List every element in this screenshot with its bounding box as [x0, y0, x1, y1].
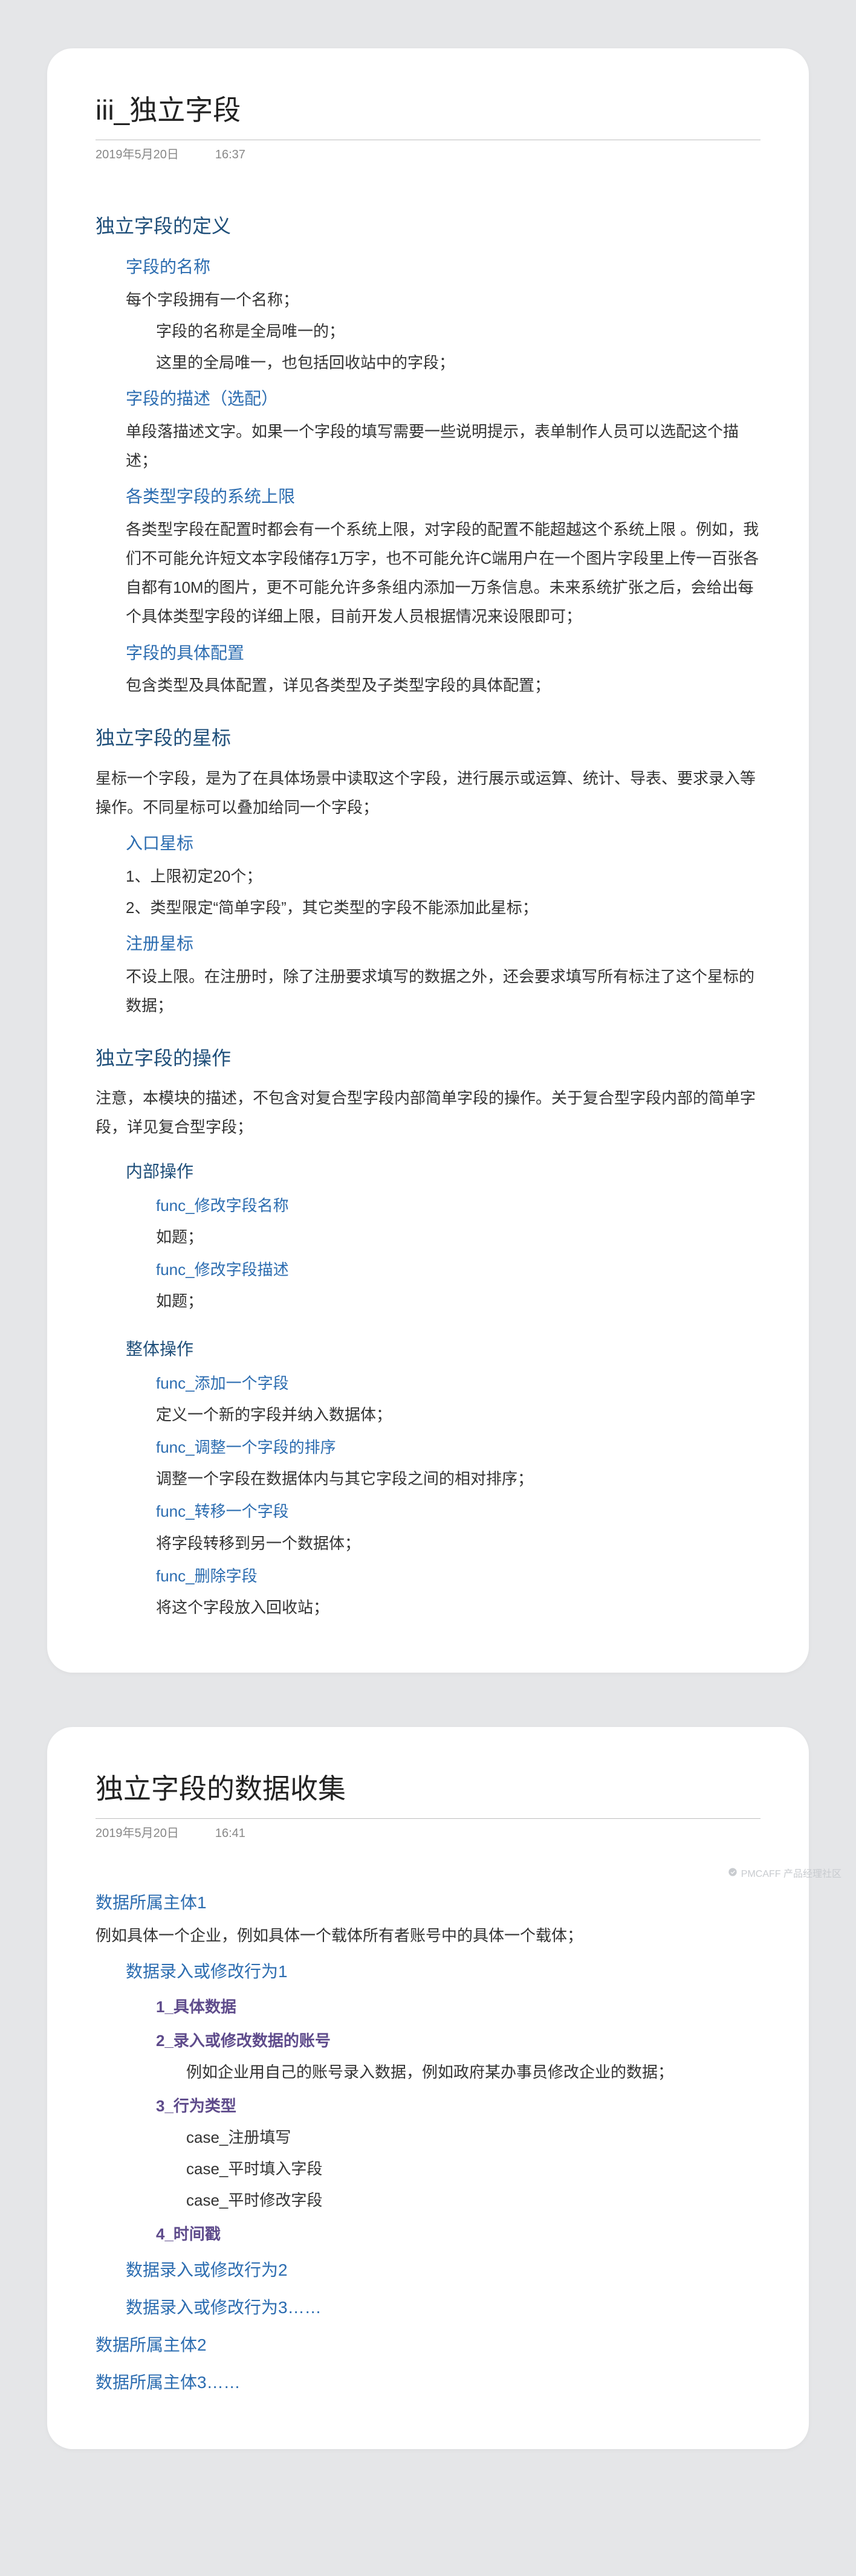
doc-meta: 2019年5月20日 16:37	[96, 144, 760, 166]
section-heading: 独立字段的星标	[96, 720, 760, 756]
action-heading: 数据录入或修改行为3……	[126, 2292, 760, 2323]
body-line: 每个字段拥有一个名称；	[126, 285, 760, 314]
doc-time: 16:37	[215, 144, 245, 166]
body-line: 2、类型限定“简单字段”，其它类型的字段不能添加此星标；	[126, 893, 760, 922]
watermark-text: PMCAFF 产品经理社区	[741, 1865, 841, 1884]
doc-title: iii_独立字段	[96, 85, 760, 140]
function-link[interactable]: func_添加一个字段	[156, 1369, 760, 1398]
body-line: 包含类型及具体配置，详见各类型及子类型字段的具体配置；	[126, 671, 760, 700]
body-line: 1、上限初定20个；	[126, 862, 760, 891]
point-heading: 4_时间戳	[156, 2219, 760, 2248]
body-line: 单段落描述文字。如果一个字段的填写需要一些说明提示，表单制作人员可以选配这个描述…	[126, 417, 760, 475]
doc-date: 2019年5月20日	[96, 1822, 179, 1845]
doc-meta: 2019年5月20日 16:41	[96, 1822, 760, 1845]
body-line: 定义一个新的字段并纳入数据体；	[156, 1400, 760, 1429]
subsection-heading: 字段的描述（选配）	[126, 383, 760, 415]
body-line: 注意，本模块的描述，不包含对复合型字段内部简单字段的操作。关于复合型字段内部的简…	[96, 1083, 760, 1141]
case-item: case_平时填入字段	[186, 2154, 760, 2183]
body-line: 例如具体一个企业，例如具体一个载体所有者账号中的具体一个载体；	[96, 1921, 760, 1950]
owner-heading: 数据所属主体3……	[96, 2367, 760, 2398]
case-item: case_平时修改字段	[186, 2186, 760, 2215]
subsection-heading: 字段的具体配置	[126, 638, 760, 669]
body-line: 不设上限。在注册时，除了注册要求填写的数据之外，还会要求填写所有标注了这个星标的…	[126, 962, 760, 1020]
function-link[interactable]: func_修改字段名称	[156, 1191, 760, 1220]
function-link[interactable]: func_转移一个字段	[156, 1497, 760, 1526]
watermark: PMCAFF 产品经理社区	[728, 1865, 841, 1884]
subsection-heading: 注册星标	[126, 928, 760, 960]
document-card-1: iii_独立字段 2019年5月20日 16:37 独立字段的定义 字段的名称 …	[47, 48, 809, 1673]
body-line: 字段的名称是全局唯一的；	[156, 317, 760, 346]
case-item: case_注册填写	[186, 2123, 760, 2152]
point-heading: 1_具体数据	[156, 1992, 760, 2021]
body-line: 这里的全局唯一，也包括回收站中的字段；	[156, 348, 760, 377]
section-heading: 独立字段的操作	[96, 1041, 760, 1076]
body-line: 如题；	[156, 1222, 760, 1251]
function-link[interactable]: func_修改字段描述	[156, 1255, 760, 1284]
subsection-heading: 内部操作	[126, 1156, 760, 1187]
section-heading: 独立字段的定义	[96, 208, 760, 244]
body-line: 各类型字段在配置时都会有一个系统上限，对字段的配置不能超越这个系统上限 。例如，…	[126, 515, 760, 631]
subsection-heading: 字段的名称	[126, 251, 760, 283]
subsection-heading: 整体操作	[126, 1334, 760, 1365]
action-heading: 数据录入或修改行为1	[126, 1956, 760, 1987]
body-line: 星标一个字段，是为了在具体场景中读取这个字段，进行展示或运算、统计、导表、要求录…	[96, 764, 760, 822]
body-line: 如题；	[156, 1286, 760, 1315]
doc-time: 16:41	[215, 1822, 245, 1845]
document-card-2: 独立字段的数据收集 2019年5月20日 16:41 数据所属主体1 例如具体一…	[47, 1727, 809, 2449]
subsection-heading: 入口星标	[126, 828, 760, 859]
function-link[interactable]: func_调整一个字段的排序	[156, 1433, 760, 1462]
action-heading: 数据录入或修改行为2	[126, 2255, 760, 2286]
doc-title: 独立字段的数据收集	[96, 1763, 760, 1819]
body-line: 将字段转移到另一个数据体；	[156, 1529, 760, 1558]
owner-heading: 数据所属主体2	[96, 2329, 760, 2361]
owner-heading: 数据所属主体1	[96, 1887, 760, 1919]
logo-icon	[728, 1865, 738, 1884]
point-heading: 2_录入或修改数据的账号	[156, 2026, 760, 2055]
point-heading: 3_行为类型	[156, 2091, 760, 2120]
subsection-heading: 各类型字段的系统上限	[126, 481, 760, 512]
doc-date: 2019年5月20日	[96, 144, 179, 166]
body-line: 调整一个字段在数据体内与其它字段之间的相对排序；	[156, 1464, 760, 1493]
body-line: 将这个字段放入回收站；	[156, 1593, 760, 1622]
body-line: 例如企业用自己的账号录入数据，例如政府某办事员修改企业的数据；	[186, 2058, 760, 2087]
function-link[interactable]: func_删除字段	[156, 1561, 760, 1590]
